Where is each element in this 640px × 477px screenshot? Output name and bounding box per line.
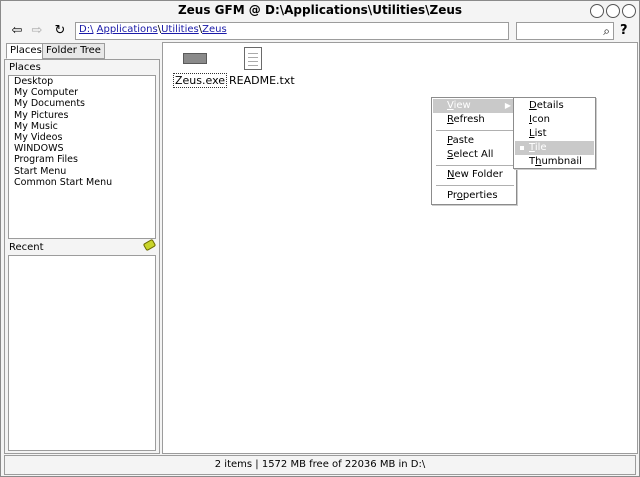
search-icon[interactable]: ⌕ — [603, 24, 610, 39]
breadcrumb-applications[interactable]: Applications — [97, 24, 158, 35]
help-button[interactable]: ? — [620, 23, 628, 38]
menu-item-refresh[interactable]: Refresh — [433, 113, 515, 127]
tab-folder-tree[interactable]: Folder Tree — [42, 43, 105, 59]
list-item[interactable]: Start Menu — [9, 166, 155, 177]
minimize-button[interactable] — [590, 4, 604, 18]
maximize-button[interactable] — [606, 4, 620, 18]
menu-item-new-folder[interactable]: New Folder — [433, 168, 515, 182]
window-title: Zeus GFM @ D:\Applications\Utilities\Zeu… — [177, 3, 463, 17]
context-menu: View ▶ Refresh Paste Select All New Folde… — [431, 97, 517, 205]
main-window: Zeus GFM @ D:\Applications\Utilities\Zeu… — [0, 0, 640, 477]
list-item[interactable]: WINDOWS — [9, 143, 155, 154]
close-button[interactable] — [622, 4, 636, 18]
address-bar[interactable]: D:\ Applications\Utilities\Zeus — [75, 22, 509, 40]
recent-heading: Recent — [9, 242, 44, 253]
text-file-icon[interactable] — [244, 47, 262, 70]
eraser-icon[interactable] — [142, 238, 157, 252]
list-item[interactable]: Common Start Menu — [9, 177, 155, 188]
breadcrumb-zeus[interactable]: Zeus — [202, 24, 227, 35]
arrow-left-icon: ⇦ — [11, 23, 23, 38]
menu-separator — [436, 130, 514, 131]
list-item[interactable]: My Computer — [9, 87, 155, 98]
list-item[interactable]: My Pictures — [9, 110, 155, 121]
toolbar: ⇦ ⇨ ↻ D:\ Applications\Utilities\Zeus ⌕ … — [1, 21, 639, 41]
menu-item-paste[interactable]: Paste — [433, 134, 515, 148]
menu-item-view[interactable]: View ▶ — [433, 99, 515, 113]
refresh-icon: ↻ — [54, 23, 66, 38]
file-name[interactable]: Zeus.exe — [173, 73, 228, 88]
places-panel: Places Desktop My Computer My Documents … — [4, 59, 160, 454]
title-bar: Zeus GFM @ D:\Applications\Utilities\Zeu… — [1, 1, 639, 21]
list-item[interactable]: My Documents — [9, 98, 155, 109]
left-pane: Places Folder Tree Places Desktop My Com… — [4, 42, 160, 454]
submenu-item-list[interactable]: List — [515, 127, 594, 141]
forward-button[interactable]: ⇨ — [29, 23, 45, 39]
breadcrumb-utilities[interactable]: Utilities — [161, 24, 199, 35]
arrow-right-icon: ⇨ — [31, 23, 43, 38]
submenu-arrow-icon: ▶ — [504, 101, 511, 110]
back-button[interactable]: ⇦ — [9, 23, 25, 39]
menu-item-select-all[interactable]: Select All — [433, 148, 515, 162]
search-input[interactable] — [519, 24, 597, 38]
places-heading: Places — [9, 62, 41, 73]
menu-item-properties[interactable]: Properties — [433, 189, 515, 203]
submenu-item-icon[interactable]: Icon — [515, 113, 594, 127]
list-item[interactable]: My Music — [9, 121, 155, 132]
tab-places[interactable]: Places — [6, 43, 46, 59]
submenu-item-thumbnail[interactable]: Thumbnail — [515, 155, 594, 169]
file-name[interactable]: README.txt — [229, 74, 295, 87]
list-item[interactable]: Program Files — [9, 154, 155, 165]
status-bar: 2 items | 1572 MB free of 22036 MB in D:… — [4, 455, 636, 475]
search-box: ⌕ — [516, 22, 614, 40]
menu-separator — [436, 165, 514, 166]
recent-list — [8, 255, 156, 451]
breadcrumb-drive[interactable]: D:\ — [79, 24, 93, 35]
executable-icon[interactable] — [183, 53, 207, 64]
list-item[interactable]: Desktop — [9, 76, 155, 87]
menu-separator — [436, 185, 514, 186]
refresh-button[interactable]: ↻ — [52, 23, 68, 39]
submenu-item-details[interactable]: Details — [515, 99, 594, 113]
list-item[interactable]: My Videos — [9, 132, 155, 143]
radio-selected-icon — [520, 146, 524, 150]
places-list: Desktop My Computer My Documents My Pict… — [8, 75, 156, 239]
submenu-item-tile[interactable]: Tile — [515, 141, 594, 155]
view-submenu: Details Icon List Tile Thumbnail — [513, 97, 596, 169]
